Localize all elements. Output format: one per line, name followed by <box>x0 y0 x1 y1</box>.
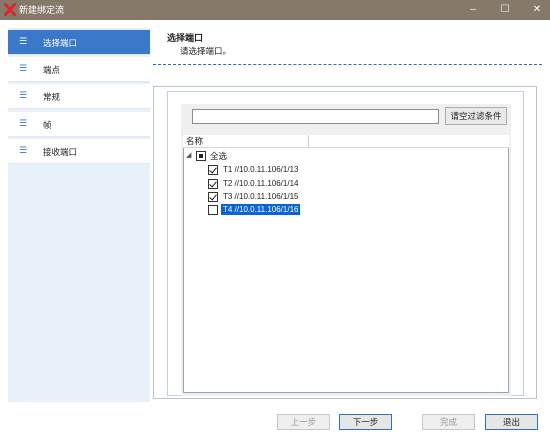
title-bar: 新建绑定流 – ☐ ✕ <box>0 0 550 20</box>
header-divider <box>153 64 542 65</box>
sidebar-item-general[interactable]: ☰ 常规 <box>8 84 150 109</box>
maximize-button[interactable]: ☐ <box>492 0 518 20</box>
page-subtitle: 请选择端口。 <box>180 46 232 56</box>
port-checkbox-t4[interactable] <box>208 205 218 215</box>
collapse-triangle-icon[interactable]: ◢ <box>186 151 191 161</box>
column-header-name[interactable]: 名称 <box>186 136 203 147</box>
filter-input[interactable] <box>192 109 439 124</box>
exit-button[interactable]: 退出 <box>485 414 538 430</box>
menu-lines-icon: ☰ <box>19 64 28 74</box>
select-all-label[interactable]: 全选 <box>210 151 227 161</box>
menu-lines-icon: ☰ <box>19 119 28 129</box>
port-checkbox-t3[interactable] <box>208 192 218 202</box>
finish-button[interactable]: 完成 <box>422 414 475 430</box>
sidebar-item-label: 选择端口 <box>43 38 78 48</box>
window-title: 新建绑定流 <box>19 5 65 15</box>
page-title: 选择端口 <box>167 33 204 43</box>
sidebar-item-label: 帧 <box>43 120 52 130</box>
previous-button[interactable]: 上一步 <box>277 414 330 430</box>
sidebar-item-receive-ports[interactable]: ☰ 接收端口 <box>8 139 150 164</box>
port-checkbox-t2[interactable] <box>208 179 218 189</box>
select-all-checkbox[interactable] <box>196 151 206 161</box>
next-button[interactable]: 下一步 <box>339 414 392 430</box>
sidebar-item-label: 常规 <box>43 92 61 102</box>
port-label-t4[interactable]: T4 //10.0.11.106/1/16 <box>221 204 301 215</box>
port-checkbox-t1[interactable] <box>208 165 218 175</box>
port-label-t2[interactable]: T2 //10.0.11.106/1/14 <box>221 178 300 189</box>
sidebar-item-frame[interactable]: ☰ 帧 <box>8 112 150 137</box>
column-separator[interactable] <box>308 135 309 147</box>
app-logo-icon <box>4 3 16 16</box>
clear-filter-button[interactable]: 请空过滤条件 <box>445 107 507 125</box>
wizard-sidebar: ☰ 选择端口 ☰ 端点 ☰ 常规 ☰ 帧 ☰ 接收端口 <box>8 28 150 402</box>
close-button[interactable]: ✕ <box>524 0 550 20</box>
menu-lines-icon: ☰ <box>19 91 28 101</box>
menu-lines-icon: ☰ <box>19 146 28 156</box>
menu-lines-icon: ☰ <box>19 37 28 47</box>
indeterminate-mark-icon <box>199 154 203 158</box>
tree-column-header: 名称 <box>183 135 509 148</box>
sidebar-item-select-ports[interactable]: ☰ 选择端口 <box>8 30 150 55</box>
sidebar-item-label: 接收端口 <box>43 147 78 157</box>
port-label-t1[interactable]: T1 //10.0.11.106/1/13 <box>221 164 300 175</box>
sidebar-item-label: 端点 <box>43 65 61 75</box>
sidebar-item-endpoints[interactable]: ☰ 端点 <box>8 57 150 82</box>
port-label-t3[interactable]: T3 //10.0.11.106/1/15 <box>221 191 300 202</box>
minimize-button[interactable]: – <box>460 0 486 20</box>
